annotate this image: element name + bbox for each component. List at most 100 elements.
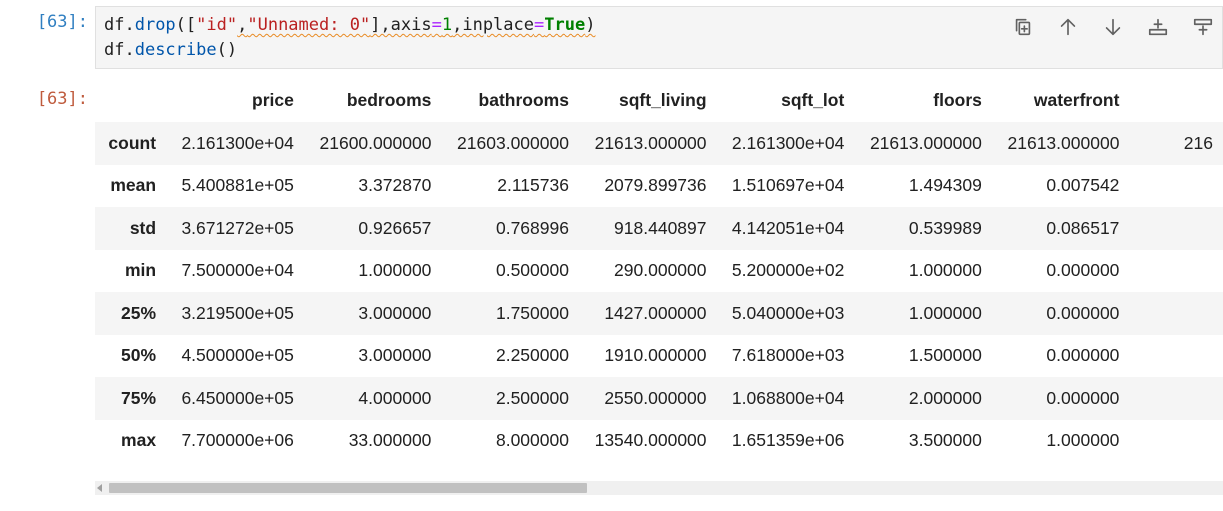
output-prompt: [63]: <box>36 89 88 109</box>
table-cell: 0.539989 <box>908 217 982 238</box>
table-cell: 3.671272e+05 <box>181 217 294 238</box>
duplicate-icon <box>1015 18 1030 35</box>
cell-toolbar <box>1006 10 1219 43</box>
table-row: 75% 6.450000e+05 4.000000 2.500000 2550.0000… <box>95 377 1223 420</box>
table-cell <box>1129 207 1223 250</box>
table-cell: 2.500000 <box>495 387 569 408</box>
code-line-1: df.drop(["id","Unnamed: 0"],axis=1,inpla… <box>104 15 595 35</box>
table-cell: 0.000000 <box>1046 387 1120 408</box>
table-row: 50% 4.500000e+05 3.000000 2.250000 1910.0000… <box>95 335 1223 378</box>
code-token: "Unnamed: 0" <box>247 15 371 35</box>
table-cell: 3.000000 <box>358 345 432 366</box>
horizontal-scrollbar[interactable] <box>95 481 1223 495</box>
table-cell: 6.450000e+05 <box>181 387 294 408</box>
code-token: , <box>237 15 248 35</box>
column-header: waterfront <box>1033 89 1120 110</box>
table-cell: 1.000000 <box>908 302 982 323</box>
table-cell <box>1129 377 1223 420</box>
table-cell: 5.400881e+05 <box>181 175 294 196</box>
table-cell: 21613.000000 <box>594 132 707 153</box>
table-cell: 290.000000 <box>614 260 707 281</box>
table-cell: 1.000000 <box>1046 430 1120 451</box>
cell-output: price bedrooms bathrooms sqft_living sqf… <box>95 78 1223 463</box>
header-index <box>95 78 166 122</box>
column-header: floors <box>933 89 982 110</box>
move-down-icon <box>1105 18 1120 35</box>
column-header: bedrooms <box>346 89 432 110</box>
table-row: std 3.671272e+05 0.926657 0.768996 918.44089… <box>95 207 1223 250</box>
table-cell: 0.000000 <box>1046 345 1120 366</box>
insert-below-icon <box>1148 18 1167 35</box>
move-down-button[interactable] <box>1096 10 1129 43</box>
table-cell: 7.700000e+06 <box>181 430 294 451</box>
table-cell: 1.000000 <box>358 260 432 281</box>
table-cell: 4.500000e+05 <box>181 345 294 366</box>
row-label: count <box>108 132 157 153</box>
row-label: mean <box>110 175 157 196</box>
table-header-row: price bedrooms bathrooms sqft_living sqf… <box>95 78 1223 122</box>
table-cell: 1.651359e+06 <box>731 430 845 451</box>
table-cell: 0.768996 <box>495 217 569 238</box>
table-cell: 0.007542 <box>1046 175 1120 196</box>
code-token: = <box>431 15 442 35</box>
table-cell <box>1129 335 1223 378</box>
table-cell: 21603.000000 <box>457 132 569 153</box>
code-editor[interactable]: df.drop(["id","Unnamed: 0"],axis=1,inpla… <box>104 13 595 63</box>
table-row: min 7.500000e+04 1.000000 0.500000 290.00000… <box>95 250 1223 293</box>
table-cell: 5.040000e+03 <box>731 302 845 323</box>
table-cell: 7.500000e+04 <box>181 260 294 281</box>
table-cell: 0.000000 <box>1046 302 1120 323</box>
row-label: 75% <box>121 387 157 408</box>
table-cell: 4.142051e+04 <box>731 217 845 238</box>
table-cell: 21613.000000 <box>869 132 982 153</box>
code-token: describe <box>134 40 217 60</box>
table-cell: 2.161300e+04 <box>731 132 845 153</box>
code-token: = <box>534 15 545 35</box>
table-cell: 1910.000000 <box>604 345 707 366</box>
table-cell: 13540.000000 <box>594 430 707 451</box>
move-up-icon <box>1060 18 1075 35</box>
row-label: max <box>121 430 157 451</box>
table-row: count 2.161300e+04 21600.000000 21603.00000… <box>95 122 1223 165</box>
code-token: ],axis <box>370 15 432 35</box>
table-cell <box>1129 250 1223 293</box>
code-token: ,inplace <box>452 15 534 35</box>
table-cell: 1.494309 <box>908 175 982 196</box>
table-cell: 1.500000 <box>908 345 982 366</box>
insert-above-icon <box>1193 18 1212 35</box>
scrollbar-thumb[interactable] <box>109 483 587 493</box>
table-cell: 7.618000e+03 <box>731 345 845 366</box>
insert-below-button[interactable] <box>1141 10 1174 43</box>
column-header: bathrooms <box>478 89 569 110</box>
table-cell <box>1129 165 1223 208</box>
code-line-2: df.describe() <box>104 40 237 60</box>
table-cell: 2550.000000 <box>604 387 707 408</box>
duplicate-cell-button[interactable] <box>1006 10 1039 43</box>
table-cell: 4.000000 <box>358 387 432 408</box>
table-cell: 8.000000 <box>495 430 569 451</box>
code-token: True <box>544 15 586 35</box>
table-cell: 2079.899736 <box>604 175 707 196</box>
table-cell: 2.250000 <box>495 345 569 366</box>
code-token: "id" <box>196 15 238 35</box>
table-row: max 7.700000e+06 33.000000 8.000000 13540.00… <box>95 420 1223 463</box>
table-cell: 3.500000 <box>908 430 982 451</box>
column-header: sqft_lot <box>781 89 845 110</box>
code-token: df. <box>104 15 135 35</box>
table-cell <box>1129 420 1223 463</box>
table-cell: 5.200000e+02 <box>731 260 845 281</box>
table-cell: 1.750000 <box>495 302 569 323</box>
scroll-left-icon[interactable] <box>97 484 102 492</box>
table-cell: 3.000000 <box>358 302 432 323</box>
table-cell: 216 <box>1183 132 1213 153</box>
column-header: sqft_living <box>619 89 707 110</box>
move-up-button[interactable] <box>1051 10 1084 43</box>
describe-table: price bedrooms bathrooms sqft_living sqf… <box>95 78 1223 462</box>
code-token: ([ <box>175 15 197 35</box>
table-cell: 33.000000 <box>348 430 432 451</box>
table-cell: 0.926657 <box>358 217 432 238</box>
row-label: 25% <box>121 302 157 323</box>
table-cell: 918.440897 <box>614 217 707 238</box>
insert-above-button[interactable] <box>1186 10 1219 43</box>
input-prompt: [63]: <box>36 12 88 32</box>
